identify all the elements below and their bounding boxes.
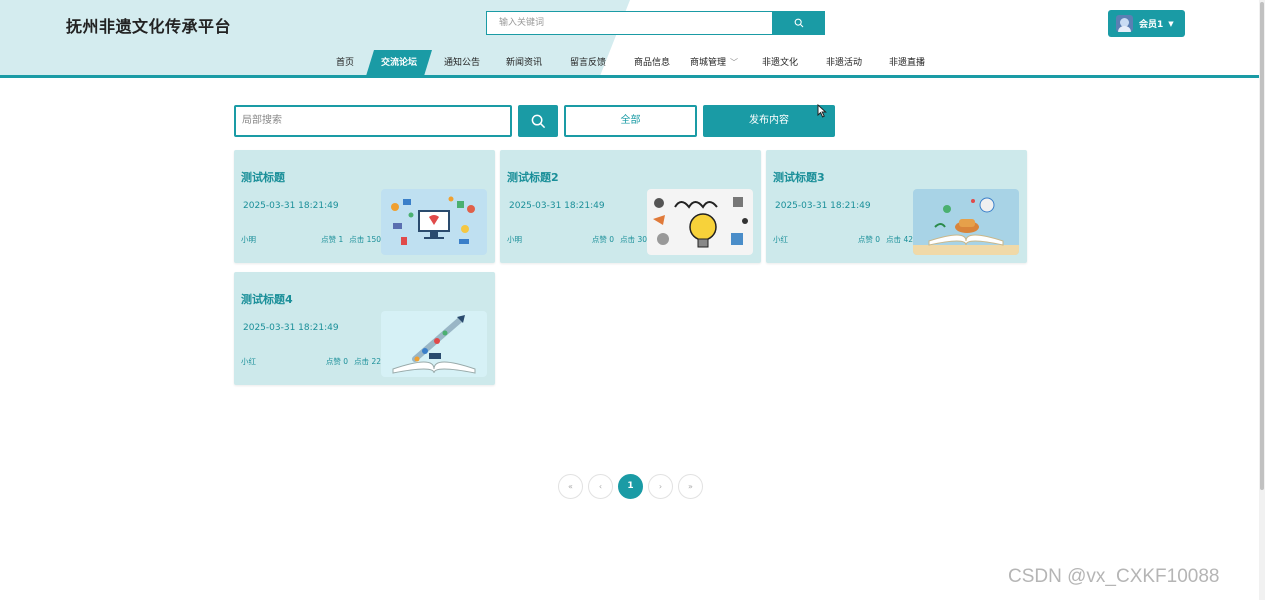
post-thumbnail-rocket-book[interactable]	[381, 311, 487, 377]
vertical-scrollbar[interactable]	[1259, 0, 1265, 600]
post-stats: 点赞 0 点击 30	[592, 234, 647, 245]
post-clicks: 点击 22	[354, 357, 381, 366]
post-clicks: 点击 30	[620, 235, 647, 244]
publish-content-button[interactable]: 发布内容	[703, 105, 835, 137]
nav-item-shop-management[interactable]: 商城管理 ﹀	[690, 50, 742, 76]
search-icon	[794, 18, 804, 28]
top-search-button[interactable]	[773, 11, 825, 35]
post-author: 小红	[773, 235, 788, 244]
nav-item-heritage-events[interactable]: 非遗活动	[823, 50, 865, 76]
nav-item-forum[interactable]: 交流论坛	[375, 50, 423, 76]
post-author: 小明	[507, 235, 522, 244]
post-stats: 点赞 1 点击 150	[321, 234, 381, 245]
post-thumbnail-learn[interactable]	[647, 189, 753, 255]
post-thumbnail-tech[interactable]	[381, 189, 487, 255]
top-search-bar: 输入关键词	[486, 11, 825, 35]
post-card[interactable]: 测试标题 2025-03-31 18:21:49 小明 点赞 1 点击 150	[234, 150, 495, 263]
site-title: 抚州非遗文化传承平台	[66, 17, 232, 36]
first-page-button[interactable]: «	[558, 474, 583, 499]
post-author: 小明	[241, 235, 256, 244]
nav-item-news[interactable]: 新闻资讯	[503, 50, 545, 76]
post-clicks: 点击 42	[886, 235, 913, 244]
post-date: 2025-03-31 18:21:49	[243, 201, 339, 211]
post-author: 小红	[241, 357, 256, 366]
top-search-input[interactable]: 输入关键词	[486, 11, 773, 35]
page-number-current[interactable]: 1	[618, 474, 643, 499]
prev-page-button[interactable]: ‹	[588, 474, 613, 499]
post-clicks: 点击 150	[349, 235, 381, 244]
next-page-button[interactable]: ›	[648, 474, 673, 499]
nav-item-notices[interactable]: 通知公告	[441, 50, 483, 76]
post-stats: 点赞 0 点击 22	[326, 356, 381, 367]
user-name: 会员1	[1139, 20, 1164, 30]
local-search-input[interactable]: 局部搜索	[234, 105, 512, 137]
chevron-down-icon: ﹀	[730, 58, 739, 67]
post-stats: 点赞 0 点击 42	[858, 234, 913, 245]
nav-item-shop-management-label: 商城管理	[690, 58, 727, 68]
avatar	[1116, 15, 1133, 32]
post-likes: 点赞 0	[857, 235, 881, 244]
post-likes: 点赞 0	[591, 235, 615, 244]
caret-down-icon: ▼	[1168, 19, 1174, 28]
pagination: « ‹ 1 › »	[558, 474, 708, 499]
post-title[interactable]: 测试标题3	[773, 169, 825, 185]
search-icon	[531, 114, 545, 128]
mouse-cursor-icon	[817, 104, 827, 118]
post-thumbnail-book[interactable]	[913, 189, 1019, 255]
post-likes: 点赞 1	[321, 235, 344, 244]
main-nav: 首页 交流论坛 通知公告 新闻资讯 留言反馈 商品信息 商城管理 ﹀ 非遗文化 非…	[0, 50, 1259, 76]
user-menu-button[interactable]: 会员1 ▼	[1108, 10, 1185, 37]
scrollbar-thumb[interactable]	[1260, 2, 1264, 490]
nav-item-feedback[interactable]: 留言反馈	[567, 50, 609, 76]
nav-item-heritage-live[interactable]: 非遗直播	[886, 50, 928, 76]
post-date: 2025-03-31 18:21:49	[775, 201, 871, 211]
all-filter-button[interactable]: 全部	[564, 105, 697, 137]
last-page-button[interactable]: »	[678, 474, 703, 499]
post-date: 2025-03-31 18:21:49	[243, 323, 339, 333]
post-card[interactable]: 测试标题4 2025-03-31 18:21:49 小红 点赞 0 点击 22	[234, 272, 495, 385]
post-date: 2025-03-31 18:21:49	[509, 201, 605, 211]
nav-item-heritage-culture[interactable]: 非遗文化	[759, 50, 801, 76]
post-likes: 点赞 0	[325, 357, 349, 366]
site-header: 抚州非遗文化传承平台 输入关键词 会员1 ▼ 首页 交流论坛 通知公告 新闻资讯…	[0, 0, 1259, 78]
post-title[interactable]: 测试标题	[241, 169, 285, 185]
nav-item-home[interactable]: 首页	[333, 50, 357, 76]
post-card[interactable]: 测试标题3 2025-03-31 18:21:49 小红 点赞 0 点击 42	[766, 150, 1027, 263]
post-title[interactable]: 测试标题2	[507, 169, 559, 185]
post-title[interactable]: 测试标题4	[241, 291, 293, 307]
local-search-button[interactable]	[518, 105, 558, 137]
csdn-watermark: CSDN @vx_CXKF10088	[1008, 566, 1220, 587]
post-card[interactable]: 测试标题2 2025-03-31 18:21:49 小明 点赞 0 点击 30	[500, 150, 761, 263]
nav-item-products[interactable]: 商品信息	[631, 50, 673, 76]
